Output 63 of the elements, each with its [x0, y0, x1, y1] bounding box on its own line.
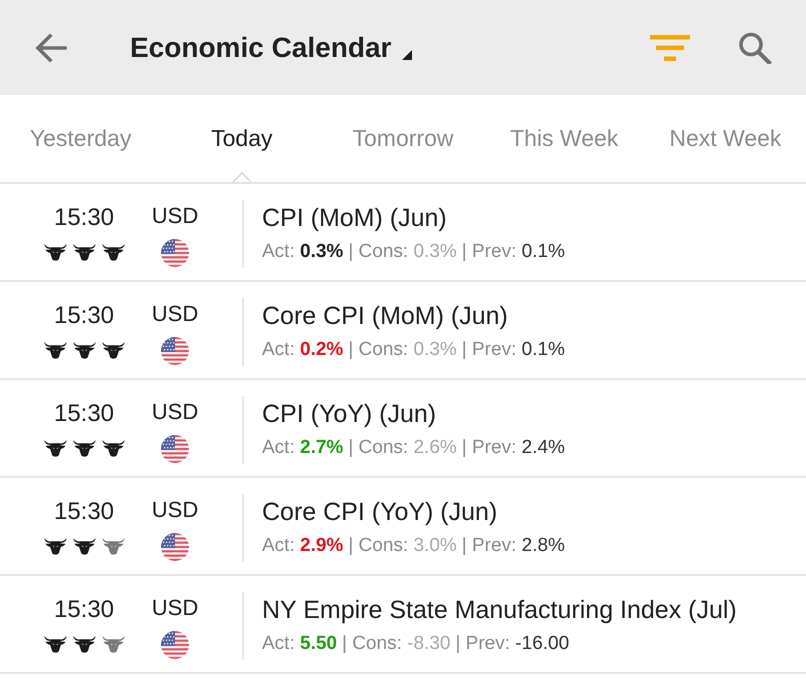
- bull-icon: [72, 341, 96, 360]
- bull-icon: [102, 439, 124, 458]
- consensus-figure: | Cons: 0.3%: [348, 240, 457, 264]
- currency-code: USD: [152, 300, 198, 328]
- back-arrow-icon: [35, 32, 67, 62]
- flag-icon: [161, 239, 189, 267]
- currency-code: USD: [152, 496, 198, 524]
- event-name: CPI (MoM) (Jun): [262, 203, 448, 234]
- event-name: Core CPI (MoM) (Jun): [262, 301, 509, 332]
- previous-figure: | Prev: 0.1%: [462, 240, 565, 264]
- flag-icon: [161, 337, 189, 365]
- event-time: 15:30: [54, 595, 114, 625]
- actual-figure: Act: 5.50: [262, 632, 337, 656]
- bull-icon: [44, 439, 66, 458]
- search-icon: [738, 32, 772, 64]
- event-name: Core CPI (YoY) (Jun): [262, 497, 498, 528]
- bull-icon: [72, 537, 96, 556]
- bull-icon: [72, 439, 96, 458]
- bull-icon: [72, 635, 96, 654]
- consensus-figure: | Cons: -8.30: [342, 632, 450, 656]
- event-row[interactable]: 15:30 USD CPI (MoM) (Jun) Act: 0.3% | Cons: 0.3% | Prev: 0.1%: [0, 184, 806, 282]
- bull-icon: [44, 635, 66, 654]
- bull-icon: [44, 243, 66, 262]
- title-dropdown[interactable]: Economic Calendar: [130, 30, 412, 64]
- caret-icon: [402, 50, 412, 60]
- event-time: 15:30: [54, 399, 114, 429]
- consensus-figure: | Cons: 3.0%: [348, 534, 457, 558]
- actual-figure: Act: 0.2%: [262, 338, 344, 362]
- flag-icon: [161, 631, 189, 659]
- event-row[interactable]: 15:30 USD Core CPI (YoY) (Jun) Act: 2.9% | Cons: 3.0% | Prev: 2.8%: [0, 478, 806, 576]
- consensus-figure: | Cons: 0.3%: [348, 338, 457, 362]
- bull-icon: [102, 537, 124, 556]
- previous-figure: | Prev: 2.4%: [462, 436, 565, 460]
- previous-figure: | Prev: -16.00: [455, 632, 570, 656]
- bull-icon: [102, 243, 124, 262]
- bull-icon: [44, 537, 66, 556]
- back-button[interactable]: [34, 30, 68, 64]
- event-row[interactable]: 15:30 USD CPI (YoY) (Jun) Act: 2.7% | Cons: 2.6% | Prev: 2.4%: [0, 380, 806, 478]
- tab[interactable]: Today: [161, 95, 322, 182]
- event-row[interactable]: 15:30 USD NY Empire State Manufacturing Index (Jul) Act: 5.50 | Cons: -8.30 | Prev: -16.00: [0, 576, 806, 674]
- flag-icon: [161, 533, 189, 561]
- filter-icon: [650, 34, 690, 60]
- bull-icon: [102, 635, 124, 654]
- flag-icon: [161, 435, 189, 463]
- previous-figure: | Prev: 2.8%: [462, 534, 565, 558]
- previous-figure: | Prev: 0.1%: [462, 338, 565, 362]
- currency-code: USD: [152, 398, 198, 426]
- currency-code: USD: [152, 594, 198, 622]
- bull-icon: [44, 341, 66, 360]
- search-button[interactable]: [738, 30, 772, 64]
- event-time: 15:30: [54, 497, 114, 527]
- actual-figure: Act: 2.9%: [262, 534, 344, 558]
- event-name: CPI (YoY) (Jun): [262, 399, 438, 430]
- event-name: NY Empire State Manufacturing Index (Jul): [262, 595, 737, 626]
- bull-icon: [102, 341, 124, 360]
- currency-code: USD: [152, 202, 198, 230]
- bull-icon: [72, 243, 96, 262]
- actual-figure: Act: 2.7%: [262, 436, 344, 460]
- event-row[interactable]: 15:30 USD Core CPI (MoM) (Jun) Act: 0.2% | Cons: 0.3% | Prev: 0.1%: [0, 282, 806, 380]
- event-time: 15:30: [54, 203, 114, 233]
- event-time: 15:30: [54, 301, 114, 331]
- actual-figure: Act: 0.3%: [262, 240, 344, 264]
- consensus-figure: | Cons: 2.6%: [348, 436, 457, 460]
